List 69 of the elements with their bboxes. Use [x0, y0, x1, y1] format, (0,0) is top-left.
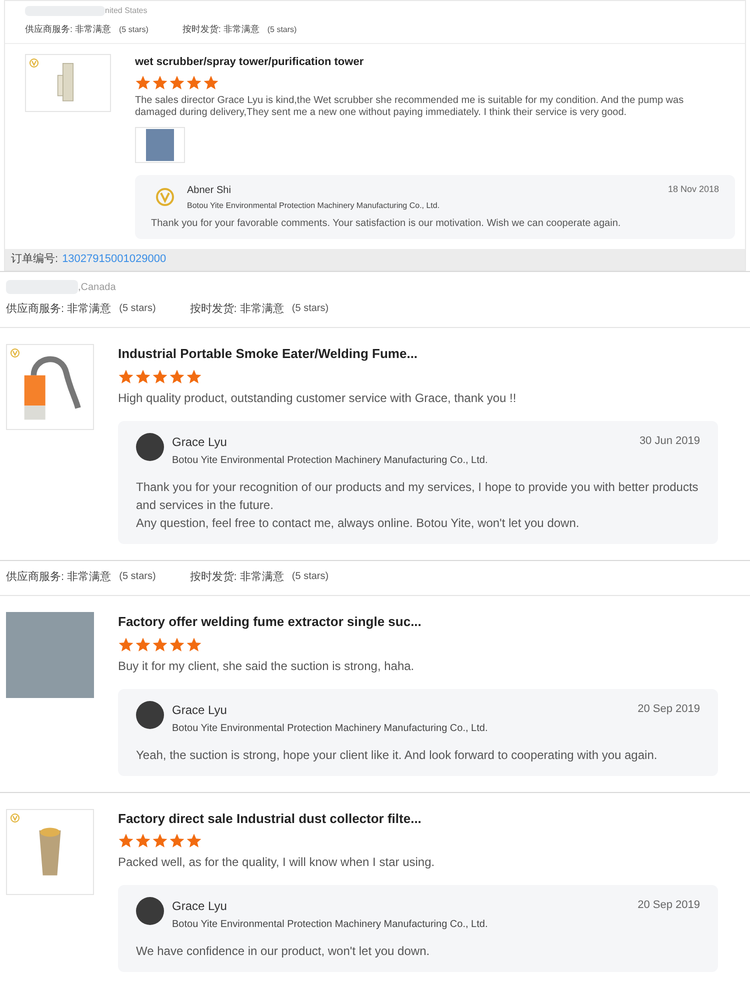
product-title[interactable]: Industrial Portable Smoke Eater/Welding Fume...: [118, 344, 744, 364]
star-icon: [135, 833, 151, 849]
rating-label: 供应商服务: 非常满意: [6, 302, 112, 316]
star-icon: [186, 368, 202, 384]
replier-name: Grace Lyu: [172, 898, 227, 915]
star-icon: [169, 833, 185, 849]
avatar-icon: [136, 432, 164, 460]
rating-label: 供应商服务: 非常满意: [6, 570, 112, 584]
review-text: High quality product, outstanding customer service with Grace, thank you !!: [118, 390, 518, 406]
star-icon: [186, 636, 202, 652]
company-name: Botou Yite Environmental Protection Machinery Manufacturing Co., Ltd.: [172, 722, 489, 736]
reply-date: 20 Sep 2019: [638, 702, 700, 716]
product-image[interactable]: [6, 808, 94, 894]
star-icon: [152, 636, 168, 652]
rating-note: (5 stars): [119, 570, 156, 584]
reply-date: 18 Nov 2018: [668, 183, 719, 196]
logo-icon: [155, 187, 175, 207]
star-icon: [169, 75, 185, 91]
reply-text: We have confidence in our product, won't let you down.: [136, 943, 431, 960]
replier-name: Grace Lyu: [172, 702, 227, 718]
star-icon: [118, 368, 134, 384]
review-text: Packed well, as for the quality, I will know when I star using.: [118, 854, 436, 871]
logo-icon: [29, 58, 39, 68]
replier-name: Abner Shi: [187, 184, 231, 198]
star-icon: [118, 636, 134, 652]
company-name: Botou Yite Environmental Protection Machinery Manufacturing Co., Ltd.: [172, 454, 489, 468]
review-text: The sales director Grace Lyu is kind,the Wet scrubber she recommended me is suitable for my condition. And the pump was damaged during delivery,They sent me a new one without paying immediately. I think their service is very good.: [135, 95, 685, 119]
product-image[interactable]: [6, 344, 94, 430]
star-icon: [169, 636, 185, 652]
rating-label: 按时发货: 非常满意: [182, 23, 260, 36]
logo-icon: [10, 812, 20, 822]
star-icon: [152, 833, 168, 849]
reply-text: Thank you for your recognition of our products and my services, I hope to provide you with better products and services in the future. Any question, feel free to contact me, always online. Botou Yite, won't let you down.: [136, 478, 700, 532]
star-icon: [203, 75, 219, 91]
product-title[interactable]: wet scrubber/spray tower/purification tower: [135, 54, 735, 70]
product-title[interactable]: Factory offer welding fume extractor single suc...: [118, 612, 744, 632]
replier-name: Grace Lyu: [172, 434, 227, 450]
star-icon: [169, 368, 185, 384]
rating-note: (5 stars): [267, 24, 297, 36]
reply-date: 30 Jun 2019: [639, 434, 700, 448]
rating-label: 按时发货: 非常满意: [190, 302, 284, 316]
customer-location: ,Canada: [78, 280, 116, 294]
star-icon: [135, 75, 151, 91]
star-icon: [118, 833, 134, 849]
avatar-icon: [136, 897, 164, 925]
rating-label: 供应商服务: 非常满意: [25, 23, 112, 36]
customer-location: nited States: [105, 5, 148, 17]
review-photo[interactable]: [135, 127, 185, 163]
star-icon: [186, 833, 202, 849]
star-icon: [152, 75, 168, 91]
star-icon: [135, 368, 151, 384]
reply-text: Thank you for your favorable comments. Your satisfaction is our motivation. Wish we can cooperate again.: [151, 217, 622, 231]
rating-label: 按时发货: 非常满意: [190, 570, 284, 584]
star-icon: [152, 368, 168, 384]
company-name: Botou Yite Environmental Protection Machinery Manufacturing Co., Ltd.: [187, 200, 441, 212]
order-label: 订单编号:: [11, 252, 58, 267]
rating-note: (5 stars): [292, 570, 329, 584]
rating-note: (5 stars): [119, 302, 156, 316]
review-text: Buy it for my client, she said the suction is strong, haha.: [118, 658, 416, 674]
rating-note: (5 stars): [119, 24, 148, 36]
avatar-icon: [136, 700, 164, 728]
product-title[interactable]: Factory direct sale Industrial dust collector filte...: [118, 808, 744, 828]
star-icon: [186, 75, 202, 91]
star-icon: [135, 636, 151, 652]
logo-icon: [10, 348, 20, 358]
reply-date: 20 Sep 2019: [638, 898, 700, 913]
reply-text: Yeah, the suction is strong, hope your client like it. And look forward to cooperating with you again.: [136, 746, 658, 764]
company-name: Botou Yite Environmental Protection Machinery Manufacturing Co., Ltd.: [172, 918, 489, 932]
rating-note: (5 stars): [292, 302, 329, 316]
